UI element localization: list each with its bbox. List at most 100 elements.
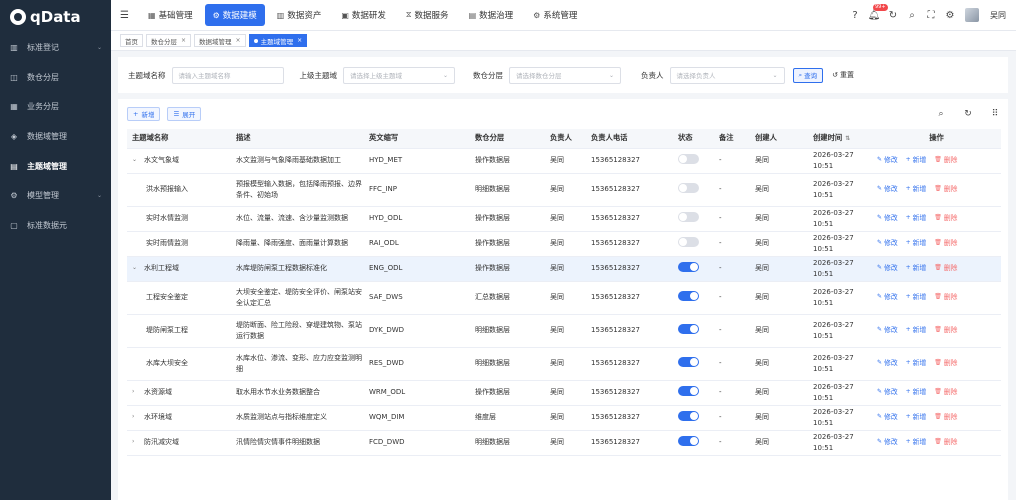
search-icon[interactable]: ⌕ [906, 9, 918, 21]
tab-1[interactable]: 数仓分层 × [146, 34, 192, 47]
status-toggle[interactable] [678, 410, 699, 421]
sidebar-item-1[interactable]: ◫ 数仓分层 [0, 63, 111, 93]
add-child-button[interactable]: + 新增 [906, 292, 927, 303]
status-toggle[interactable] [678, 290, 699, 301]
delete-button[interactable]: 🗑︎ 删除 [934, 387, 957, 398]
status-toggle[interactable] [678, 385, 699, 396]
sidebar-item-6[interactable]: ▢ 标准数据元 [0, 211, 111, 241]
nav-item-1[interactable]: ⚙ 数据建模 [204, 4, 265, 26]
sidebar-item-5[interactable]: ⚙ 模型管理 ⌄ [0, 181, 111, 211]
edit-button[interactable]: ✎ 修改 [877, 292, 898, 303]
table-row[interactable]: 实时水情监测 水位、流量、流速、含沙量监测数据 HYD_ODL 操作数据层 吴同 1536… [127, 206, 1001, 232]
edit-button[interactable]: ✎ 修改 [877, 238, 898, 249]
nav-item-6[interactable]: ⚙ 系统管理 [525, 4, 585, 26]
table-row[interactable]: › 防汛减灾域 汛情险情灾情事件明细数据 FCD_DWD 明细数据层 吴同 15365128… [127, 430, 1001, 456]
chevron-down-icon[interactable]: ⌄ [132, 263, 140, 274]
columns-icon[interactable]: ⠿ [990, 109, 1000, 119]
nav-item-0[interactable]: ▦ 基础管理 [140, 4, 201, 26]
sidebar-item-0[interactable]: ▥ 标准登记 ⌄ [0, 33, 111, 63]
delete-button[interactable]: 🗑︎ 删除 [934, 437, 957, 448]
table-row[interactable]: 实时雨情监测 降雨量、降雨强度、面雨量计算数据 RAI_ODL 操作数据层 吴同 1536… [127, 231, 1001, 257]
settings-icon[interactable]: ⚙ [944, 9, 956, 21]
tab-0[interactable]: 首页 [120, 34, 143, 47]
expand-button[interactable]: ☰ 展开 [167, 106, 202, 121]
delete-button[interactable]: 🗑︎ 删除 [934, 358, 957, 369]
add-child-button[interactable]: + 新增 [906, 387, 927, 398]
table-row[interactable]: ⌄ 水利工程域 水库堤防闸泵工程数据标准化 ENG_ODL 操作数据层 吴同 1536512… [127, 256, 1001, 282]
sidebar-item-3[interactable]: ◈ 数据域管理 [0, 122, 111, 152]
status-toggle[interactable] [678, 182, 699, 193]
add-child-button[interactable]: + 新增 [906, 358, 927, 369]
add-button[interactable]: + 新增 [127, 106, 161, 121]
close-icon[interactable]: × [181, 37, 186, 44]
reset-button[interactable]: ↺ 重置 [827, 68, 859, 83]
table-row[interactable]: ⌄ 水文气象域 水文监测与气象降雨基础数据加工 HYD_MET 操作数据层 吴同 15365… [127, 148, 1001, 174]
delete-button[interactable]: 🗑︎ 删除 [934, 325, 957, 336]
table-row[interactable]: › 水环境域 水质监测站点与指标维度定义 WQM_DIM 维度层 吴同 1536512832… [127, 405, 1001, 431]
add-child-button[interactable]: + 新增 [906, 238, 927, 249]
status-toggle[interactable] [678, 435, 699, 446]
tab-2[interactable]: 数据域管理 × [194, 34, 246, 47]
chevron-right-icon[interactable]: › [132, 412, 140, 423]
add-child-button[interactable]: + 新增 [906, 263, 927, 274]
delete-button[interactable]: 🗑︎ 删除 [934, 263, 957, 274]
name-filter-input[interactable]: 请输入主题域名称 [171, 66, 284, 84]
chevron-right-icon[interactable]: › [132, 437, 140, 448]
add-child-button[interactable]: + 新增 [906, 184, 927, 195]
avatar[interactable] [965, 8, 979, 22]
menu-toggle-icon[interactable]: ☰ [120, 10, 130, 21]
chevron-down-icon[interactable]: ⌄ [132, 155, 140, 166]
layer-filter-select[interactable]: 请选择数仓分层 ⌄ [509, 66, 621, 84]
table-row[interactable]: 水库大坝安全 水库水位、渗流、变形、应力应变监测明细 RES_DWD 明细数据层 吴同 1… [127, 347, 1001, 381]
sidebar-item-4[interactable]: ▤ 主题域管理 [0, 151, 111, 181]
chevron-right-icon[interactable]: › [132, 387, 140, 398]
add-child-button[interactable]: + 新增 [906, 437, 927, 448]
delete-button[interactable]: 🗑︎ 删除 [934, 238, 957, 249]
delete-button[interactable]: 🗑︎ 删除 [934, 292, 957, 303]
status-toggle[interactable] [678, 261, 699, 272]
add-child-button[interactable]: + 新增 [906, 412, 927, 423]
sidebar-item-2[interactable]: ▦ 业务分层 [0, 92, 111, 122]
edit-button[interactable]: ✎ 修改 [877, 358, 898, 369]
edit-button[interactable]: ✎ 修改 [877, 387, 898, 398]
refresh-icon[interactable]: ↻ [963, 109, 973, 119]
add-child-button[interactable]: + 新增 [906, 325, 927, 336]
delete-button[interactable]: 🗑︎ 删除 [934, 184, 957, 195]
edit-button[interactable]: ✎ 修改 [877, 184, 898, 195]
close-icon[interactable]: × [297, 37, 302, 44]
table-row[interactable]: 洪水预报输入 预报模型输入数据，包括降雨预报、边界条件、初始场 FFC_INP 明细数… [127, 173, 1001, 207]
refresh-icon[interactable]: ↻ [887, 9, 899, 21]
owner-filter-select[interactable]: 请选择负责人 ⌄ [669, 66, 785, 84]
edit-button[interactable]: ✎ 修改 [877, 263, 898, 274]
nav-item-4[interactable]: ⧖ 数据服务 [398, 4, 457, 26]
edit-button[interactable]: ✎ 修改 [877, 437, 898, 448]
tab-3[interactable]: 主题域管理 × [248, 34, 308, 47]
nav-item-3[interactable]: ▣ 数据研发 [333, 4, 394, 26]
status-toggle[interactable] [678, 356, 699, 367]
help-icon[interactable]: ? [849, 9, 861, 21]
status-toggle[interactable] [678, 211, 699, 222]
edit-button[interactable]: ✎ 修改 [877, 325, 898, 336]
add-child-button[interactable]: + 新增 [906, 213, 927, 224]
edit-button[interactable]: ✎ 修改 [877, 412, 898, 423]
search-toggle-icon[interactable]: ⌕ [936, 109, 946, 119]
close-icon[interactable]: × [236, 37, 241, 44]
delete-button[interactable]: 🗑︎ 删除 [934, 412, 957, 423]
status-toggle[interactable] [678, 323, 699, 334]
delete-button[interactable]: 🗑︎ 删除 [934, 213, 957, 224]
delete-button[interactable]: 🗑︎ 删除 [934, 155, 957, 166]
nav-item-2[interactable]: ▥ 数据资产 [269, 4, 330, 26]
edit-button[interactable]: ✎ 修改 [877, 155, 898, 166]
add-child-button[interactable]: + 新增 [906, 155, 927, 166]
table-row[interactable]: 堤防闸泵工程 堤防断面、险工险段、穿堤建筑物、泵站运行数据 DYK_DWD 明细数据层… [127, 314, 1001, 348]
bell-icon[interactable]: 🔔︎ 99+ [868, 4, 888, 21]
fullscreen-icon[interactable]: ⛶ [925, 9, 937, 21]
parent-filter-select[interactable]: 请选择上级主题域 ⌄ [343, 66, 455, 84]
nav-item-5[interactable]: ▤ 数据治理 [461, 4, 522, 26]
sort-icon[interactable]: ⇅ [845, 135, 850, 142]
table-row[interactable]: › 水资源域 取水用水节水业务数据整合 WRM_ODL 操作数据层 吴同 153651283… [127, 380, 1001, 406]
query-button[interactable]: ⌕ 查询 [792, 67, 824, 83]
app-logo[interactable]: qData [0, 0, 111, 33]
table-row[interactable]: 工程安全鉴定 大坝安全鉴定、堤防安全评价、闸泵站安全认定汇总 SAF_DWS 汇总数据… [127, 281, 1001, 315]
edit-button[interactable]: ✎ 修改 [877, 213, 898, 224]
